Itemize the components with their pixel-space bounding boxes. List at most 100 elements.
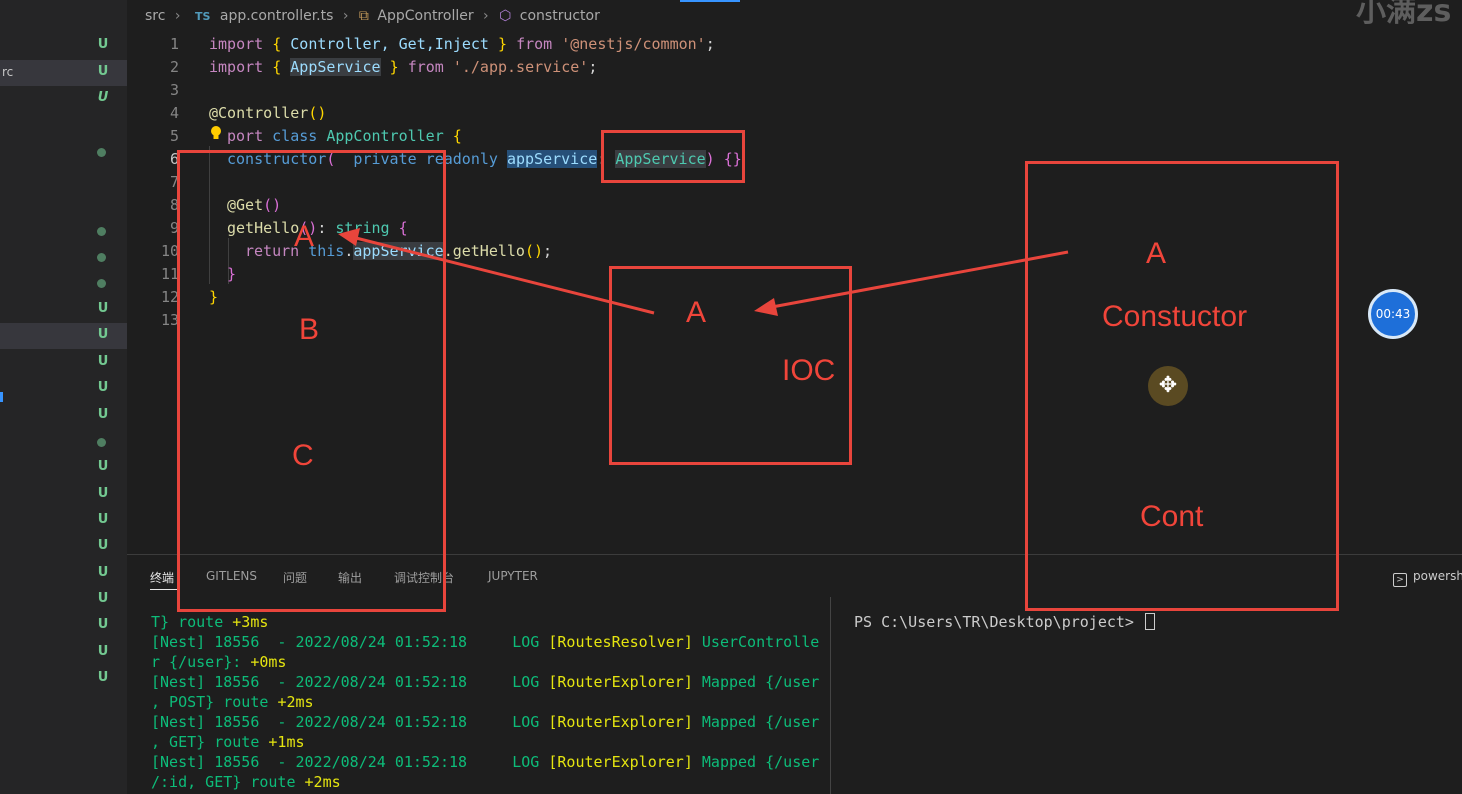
explorer-file-row[interactable]: Urc [0,60,127,86]
chevron-right-icon: › [483,8,489,24]
explorer-file-row[interactable] [0,244,127,270]
git-status-badge: U [97,90,109,105]
explorer-file-row[interactable]: U [0,86,127,112]
terminal-cursor [1144,613,1155,630]
code-line-4: @Controller() [209,104,327,122]
explorer-file-row[interactable] [0,139,127,165]
recording-timer[interactable]: 00:43 [1368,289,1418,339]
terminal-line: /:id, GET} route +2ms [151,773,341,791]
explorer-file-row[interactable]: U [0,33,127,59]
modified-dot-icon [97,438,106,447]
line-number: 10 [160,242,179,260]
git-status-badge: U [97,617,109,632]
terminal-split-divider[interactable] [830,597,831,794]
breadcrumb: src › TS app.controller.ts › ⧉ AppContro… [127,8,1462,32]
explorer-file-row[interactable]: U [0,297,127,323]
explorer-file-row[interactable]: U [0,613,127,639]
terminal-line: T} route +3ms [151,613,269,631]
code-line-2: import { AppService } from './app.servic… [209,58,598,76]
terminal-line: , POST} route +2ms [151,693,314,711]
terminal-instance-tab[interactable]: > powersh [1393,569,1462,587]
breadcrumb-folder[interactable]: src [145,8,165,24]
git-status-badge: U [97,380,109,395]
terminal-line: [Nest] 18556 - 2022/08/24 01:52:18 LOG [… [151,753,820,771]
explorer-file-row[interactable]: U [0,455,127,481]
breadcrumb-file[interactable]: app.controller.ts [220,8,334,24]
panel-tab[interactable]: JUPYTER [488,569,538,583]
panel-tab[interactable]: 终端 [150,569,174,586]
explorer-file-row[interactable]: U [0,508,127,534]
method-icon: ⬡ [499,8,512,24]
scroll-marker [0,392,3,402]
line-number: 3 [169,81,179,99]
terminal-line: [Nest] 18556 - 2022/08/24 01:52:18 LOG [… [151,673,820,691]
code-line-5: port class AppController { [227,127,462,145]
line-number: 8 [169,196,179,214]
class-icon: ⧉ [358,8,369,24]
annotation-box-type [601,130,745,183]
modified-dot-icon [97,253,106,262]
explorer-file-row[interactable]: U [0,640,127,666]
active-tab-underline [150,589,178,590]
line-number: 2 [169,58,179,76]
git-status-badge: U [97,327,109,342]
modified-dot-icon [97,279,106,288]
terminal-line: [Nest] 18556 - 2022/08/24 01:52:18 LOG [… [151,713,820,731]
annotation-label-ioc: IOC [782,354,836,387]
terminal-line: r {/user}: +0ms [151,653,287,671]
annotation-label-a: A [294,220,315,253]
git-status-badge: U [97,301,109,316]
explorer-file-row[interactable]: U [0,376,127,402]
annotation-label-ioc-a: A [686,296,707,329]
code-line-1: import { Controller, Get,Inject } from '… [209,35,715,53]
terminal-prompt[interactable]: PS C:\Users\TR\Desktop\project> [854,613,1155,631]
explorer-file-row[interactable]: U [0,350,127,376]
line-number: 4 [169,104,179,122]
chevron-right-icon: › [342,8,349,24]
git-status-badge: U [97,407,109,422]
modified-dot-icon [97,227,106,236]
chevron-right-icon: › [174,8,181,24]
active-tab-indicator [680,0,740,2]
breadcrumb-member[interactable]: constructor [520,8,600,24]
git-status-badge: U [97,486,109,501]
terminal-icon: > [1393,573,1407,587]
line-number: 12 [160,288,179,306]
terminal-line: [Nest] 18556 - 2022/08/24 01:52:18 LOG [… [151,633,820,651]
git-status-badge: U [97,538,109,553]
git-status-badge: U [97,670,109,685]
annotation-label-c: C [292,439,314,472]
line-number: 5 [169,127,179,145]
typescript-file-icon: TS [194,9,211,23]
git-status-badge: U [97,565,109,580]
watermark: 小满zs [1356,0,1452,29]
explorer-file-row[interactable] [0,218,127,244]
git-status-badge: U [97,644,109,659]
explorer-file-row[interactable] [0,270,127,296]
explorer-file-row[interactable]: U [0,561,127,587]
terminal-line: , GET} route +1ms [151,733,305,751]
explorer-file-row[interactable]: U [0,403,127,429]
explorer-item-label: rc [2,65,14,79]
annotation-label-b: B [299,313,320,346]
explorer-file-row[interactable]: U [0,534,127,560]
annotation-label-constuctor: Constuctor [1102,300,1248,333]
line-number: 7 [169,173,179,191]
explorer-file-row[interactable] [0,429,127,455]
explorer-file-row[interactable]: U [0,323,127,349]
git-status-badge: U [97,459,109,474]
line-number: 13 [160,311,179,329]
annotation-label-cont: Cont [1140,500,1204,533]
explorer-sidebar: U Urc U U U U U U U U U U U U U U U [0,0,127,794]
line-number: 9 [169,219,179,237]
explorer-file-row[interactable]: U [0,666,127,692]
annotation-label-right-a: A [1146,237,1167,270]
move-cursor-icon: ✥ [1148,366,1188,406]
git-status-badge: U [97,37,109,52]
breadcrumb-class[interactable]: AppController [377,8,473,24]
explorer-file-row[interactable]: U [0,482,127,508]
git-status-badge: U [97,591,109,606]
git-status-badge: U [97,354,109,369]
explorer-file-row[interactable]: U [0,587,127,613]
modified-dot-icon [97,148,106,157]
